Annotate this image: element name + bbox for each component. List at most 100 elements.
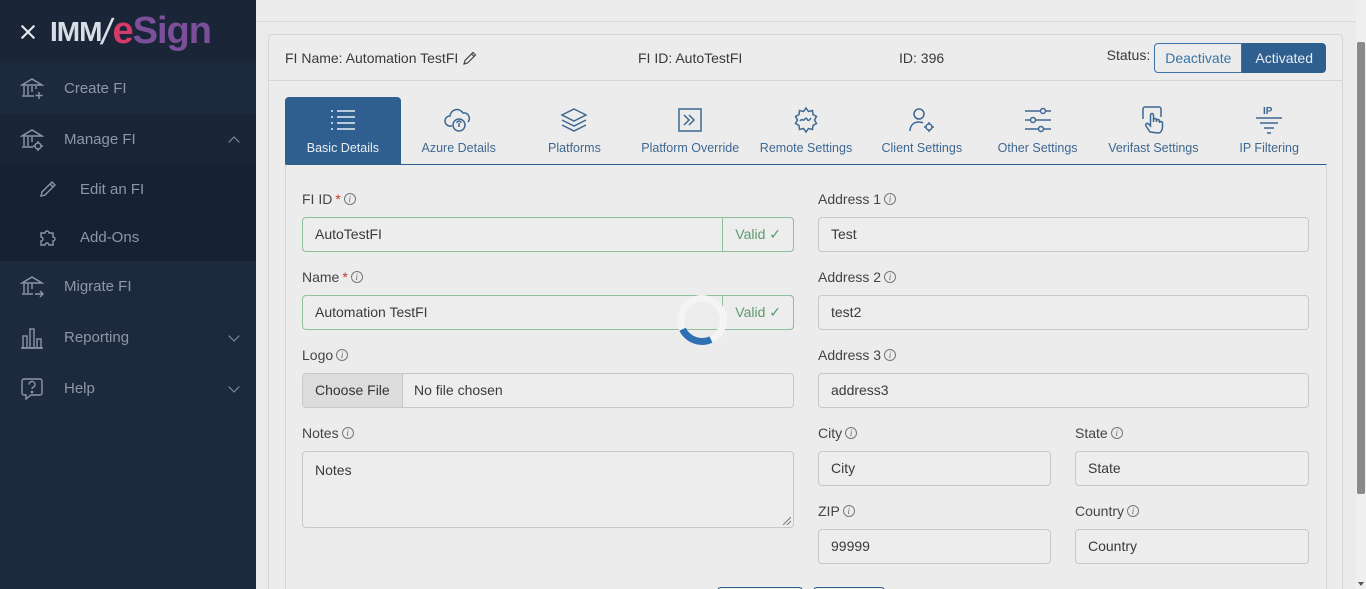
- chevron-up-icon: [228, 136, 240, 148]
- sliders-icon: [1023, 105, 1053, 135]
- fi-id-label: FI ID * i: [302, 191, 356, 207]
- valid-badge: Valid ✓: [722, 217, 794, 252]
- logo-label: Logo i: [302, 347, 349, 363]
- sidebar-subitem-edit-fi[interactable]: Edit an FI: [0, 165, 256, 213]
- valid-badge: Valid ✓: [722, 295, 794, 330]
- arrow-box-icon: [675, 105, 705, 135]
- info-icon[interactable]: i: [343, 193, 356, 205]
- sidebar-item-label: Manage FI: [64, 131, 136, 148]
- sidebar-item-create-fi[interactable]: Create FI: [0, 63, 256, 114]
- status-label: Status:: [1106, 47, 1151, 63]
- fi-name: FI Name: Automation TestFI: [285, 50, 478, 66]
- fi-id-input[interactable]: AutoTestFI Valid ✓: [302, 217, 794, 252]
- city-label: City i: [818, 425, 858, 441]
- layers-icon: [559, 105, 589, 135]
- sidebar-subitem-label: Edit an FI: [80, 180, 145, 198]
- activated-button[interactable]: Activated: [1242, 43, 1326, 73]
- sidebar-item-help[interactable]: Help: [0, 363, 256, 414]
- sidebar-subitem-label: Add-Ons: [80, 228, 140, 246]
- name-label: Name * i: [302, 269, 363, 285]
- user-gear-icon: [907, 105, 937, 135]
- tab-other-settings[interactable]: Other Settings: [980, 97, 1096, 164]
- info-icon[interactable]: i: [842, 505, 855, 517]
- info-icon[interactable]: i: [1127, 505, 1140, 517]
- settings-tabs: Basic Details Azure Details Platforms Pl…: [285, 97, 1327, 164]
- basic-details-form: FI ID * i AutoTestFI Valid ✓ Name * i Automa…: [285, 164, 1327, 589]
- tab-verifast-settings[interactable]: Verifast Settings: [1095, 97, 1211, 164]
- bank-arrow-icon: [20, 275, 44, 299]
- list-icon: [328, 105, 358, 135]
- info-icon[interactable]: i: [1110, 427, 1123, 439]
- status-toggle: Status: Deactivate Activated: [1107, 43, 1326, 73]
- info-icon[interactable]: i: [845, 427, 858, 439]
- state-input[interactable]: State: [1075, 451, 1309, 486]
- resize-handle-icon[interactable]: [783, 517, 791, 525]
- card-header: FI Name: Automation TestFI FI ID: AutoTe…: [269, 35, 1342, 81]
- deactivate-button[interactable]: Deactivate: [1154, 43, 1243, 73]
- info-icon[interactable]: i: [336, 349, 349, 361]
- tab-azure-details[interactable]: Azure Details: [401, 97, 517, 164]
- logo-file-input[interactable]: Choose File No file chosen: [302, 373, 794, 408]
- tab-ip-filtering[interactable]: IP IP Filtering: [1211, 97, 1327, 164]
- sidebar-item-manage-fi[interactable]: Manage FI: [0, 114, 256, 165]
- fi-id: FI ID: AutoTestFI: [638, 50, 743, 66]
- ip-filter-icon: IP: [1254, 105, 1284, 135]
- fi-number-id: ID: 396: [899, 50, 945, 66]
- sidebar-item-label: Create FI: [64, 80, 127, 97]
- country-label: Country i: [1075, 503, 1140, 519]
- sidebar: IMM / e Sign Create FI Manage FI Edit an FI…: [0, 0, 256, 589]
- address3-label: Address 3i: [818, 347, 897, 363]
- scrollbar[interactable]: [1356, 0, 1366, 589]
- bank-plus-icon: [20, 77, 44, 101]
- file-chosen-text: No file chosen: [414, 382, 503, 398]
- sidebar-item-reporting[interactable]: Reporting: [0, 312, 256, 363]
- country-input[interactable]: Country: [1075, 529, 1309, 564]
- sidebar-item-label: Reporting: [64, 329, 130, 346]
- cloud-lock-icon: [443, 105, 474, 135]
- chevron-down-icon: [228, 381, 240, 393]
- info-icon[interactable]: i: [884, 193, 897, 205]
- svg-text:IP: IP: [1263, 106, 1273, 117]
- fi-details-card: FI Name: Automation TestFI FI ID: AutoTe…: [268, 34, 1343, 589]
- chevron-down-icon: [228, 330, 240, 342]
- city-input[interactable]: City: [818, 451, 1051, 486]
- scroll-down-icon[interactable]: [1358, 582, 1364, 586]
- zip-input[interactable]: 99999: [818, 529, 1051, 564]
- puzzle-icon: [38, 227, 58, 247]
- tab-client-settings[interactable]: Client Settings: [864, 97, 980, 164]
- sidebar-item-migrate-fi[interactable]: Migrate FI: [0, 261, 256, 312]
- scrollbar-thumb[interactable]: [1357, 42, 1365, 494]
- address2-input[interactable]: test2: [818, 295, 1309, 330]
- notes-textarea[interactable]: Notes: [302, 451, 794, 528]
- info-icon[interactable]: i: [350, 271, 363, 283]
- address2-label: Address 2i: [818, 269, 897, 285]
- pencil-icon: [38, 179, 58, 199]
- info-icon[interactable]: i: [341, 427, 354, 439]
- hand-touch-icon: [1138, 105, 1168, 135]
- address3-input[interactable]: address3: [818, 373, 1309, 408]
- name-input[interactable]: Automation TestFI Valid ✓: [302, 295, 794, 330]
- tab-remote-settings[interactable]: Remote Settings: [748, 97, 864, 164]
- sidebar-item-label: Help: [64, 380, 95, 397]
- state-label: State i: [1075, 425, 1123, 441]
- address1-input[interactable]: Test: [818, 217, 1309, 252]
- sidebar-subitem-add-ons[interactable]: Add-Ons: [0, 213, 256, 261]
- info-icon[interactable]: i: [884, 271, 897, 283]
- sidebar-header: IMM / e Sign: [0, 0, 256, 63]
- sidebar-item-label: Migrate FI: [64, 278, 132, 295]
- bar-chart-icon: [20, 326, 44, 350]
- address1-label: Address 1i: [818, 191, 897, 207]
- close-icon[interactable]: [18, 22, 38, 42]
- tab-basic-details[interactable]: Basic Details: [285, 97, 401, 164]
- choose-file-button[interactable]: Choose File: [303, 374, 403, 407]
- zip-label: ZIP i: [818, 503, 855, 519]
- tab-platforms[interactable]: Platforms: [517, 97, 633, 164]
- gear-wave-icon: [791, 105, 821, 135]
- edit-pencil-icon[interactable]: [462, 50, 478, 66]
- notes-label: Notes i: [302, 425, 354, 441]
- status-button-group: Deactivate Activated: [1154, 43, 1326, 73]
- info-icon[interactable]: i: [884, 349, 897, 361]
- bank-gear-icon: [20, 128, 44, 152]
- top-bar: [256, 0, 1356, 22]
- tab-platform-override[interactable]: Platform Override: [632, 97, 748, 164]
